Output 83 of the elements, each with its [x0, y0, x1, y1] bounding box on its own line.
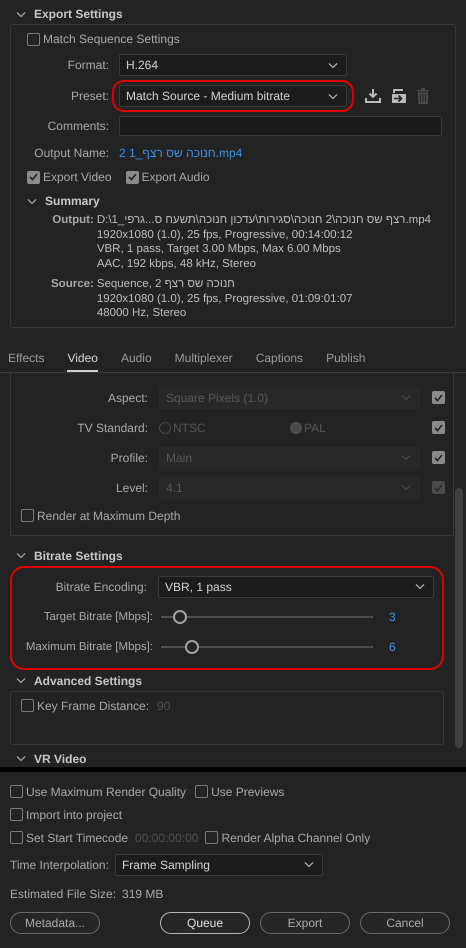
time-interpolation-dropdown[interactable]: Frame Sampling: [114, 854, 323, 876]
checkbox[interactable]: [21, 509, 34, 522]
slider-thumb[interactable]: [184, 640, 199, 654]
field-label: TV Standard:: [76, 420, 148, 434]
field-label: Bitrate Encoding:: [54, 580, 147, 594]
dialog-button[interactable]: Cancel: [360, 912, 450, 934]
checkbox[interactable]: [10, 808, 23, 821]
summary-text: Sequence, 2 חנוכה שס רצף: [96, 277, 236, 292]
checkbox[interactable]: [27, 170, 40, 184]
chevron-down-icon[interactable]: [16, 677, 26, 684]
section-title: Summary: [45, 194, 100, 208]
field-label: Comments:: [46, 119, 109, 133]
bitrate-encoding-dropdown[interactable]: VBR, 1 pass: [158, 576, 434, 598]
section-title: Advanced Settings: [34, 674, 142, 688]
chevron-down-icon[interactable]: [27, 198, 37, 204]
chevron-down-icon[interactable]: [16, 552, 26, 559]
checkbox[interactable]: [21, 699, 34, 712]
summary-text: AAC, 192 kbps, 48 kHz, Stereo: [96, 256, 257, 271]
scrollbar-thumb[interactable]: [455, 488, 463, 748]
chevron-down-icon: [328, 92, 338, 100]
checkbox-label: Key Frame Distance:: [37, 698, 150, 712]
dialog-button[interactable]: Queue: [160, 912, 250, 934]
checkbox-label: Use Maximum Render Quality: [26, 784, 186, 798]
file-size-value: 319 MB: [122, 886, 164, 900]
chevron-down-icon[interactable]: [16, 755, 26, 762]
tab[interactable]: Effects: [8, 350, 44, 372]
checkbox-label: Set Start Timecode: [26, 830, 128, 844]
slider-value[interactable]: 6: [389, 640, 396, 654]
checkbox-label: Render Alpha Channel Only: [221, 830, 370, 844]
chevron-down-icon: [328, 62, 338, 68]
checkbox-label: Import into project: [26, 808, 122, 822]
preset-dropdown[interactable]: Match Source - Medium bitrate: [119, 85, 347, 107]
dialog-button[interactable]: Metadata...: [10, 912, 100, 934]
summary-text: D:\1_רצף שס חנוכה\2 חנוכה\סגירות\עדכון חנוכה\תשעח ס...גרפי.mp4: [96, 213, 432, 228]
checkbox[interactable]: [10, 785, 23, 798]
checkbox[interactable]: [126, 170, 138, 184]
summary-text: VBR, 1 pass, Target 3.00 Mbps, Max 6.00 Mbps: [96, 242, 342, 256]
summary-label: Source:: [51, 277, 94, 292]
tab[interactable]: Video: [67, 350, 98, 372]
checkbox[interactable]: [10, 831, 23, 844]
summary-text: 48000 Hz, Stereo: [96, 306, 188, 320]
checkbox-label: Export Audio: [142, 170, 210, 184]
tab[interactable]: Publish: [326, 350, 366, 372]
tab[interactable]: Captions: [256, 350, 304, 372]
chevron-down-icon: [415, 583, 425, 590]
import-preset-icon[interactable]: [390, 89, 408, 103]
tab[interactable]: Multiplexer: [174, 350, 233, 372]
field-label: Output Name:: [33, 146, 109, 160]
section-title: VR Video: [34, 752, 86, 766]
chevron-down-icon: [304, 861, 314, 868]
chevron-down-icon[interactable]: [16, 10, 26, 18]
comments-field[interactable]: [119, 116, 442, 136]
checkbox[interactable]: [205, 831, 218, 844]
checkbox-label: Export Video: [43, 170, 112, 184]
checkbox-label: Render at Maximum Depth: [37, 508, 180, 522]
chevron-down-icon: [401, 454, 411, 461]
checkbox-label: Match Sequence Settings: [43, 32, 180, 46]
chevron-down-icon: [401, 394, 411, 401]
summary-label: Output:: [51, 213, 94, 228]
field-label: Level:: [114, 480, 148, 494]
field-label: Maximum Bitrate [Mbps]:: [24, 640, 153, 652]
tab[interactable]: Audio: [120, 350, 152, 372]
summary-text: 1920x1080 (1.0), 25 fps, Progressive, 01:09:01:07: [96, 292, 354, 306]
checkbox[interactable]: [195, 785, 208, 798]
slider-value[interactable]: 3: [389, 610, 396, 624]
save-preset-icon[interactable]: [365, 89, 381, 103]
field-label: Estimated File Size:: [10, 886, 116, 900]
checkbox-label: Use Previews: [211, 784, 284, 798]
field-label: Format:: [66, 58, 109, 72]
chevron-down-icon: [401, 484, 411, 491]
format-dropdown[interactable]: H.264: [119, 54, 347, 76]
field-label: Time Interpolation:: [10, 858, 109, 872]
section-title: Bitrate Settings: [34, 548, 123, 562]
field-label: Aspect:: [106, 390, 148, 404]
field-label: Profile:: [110, 450, 148, 464]
slider-thumb[interactable]: [172, 610, 187, 624]
dialog-button[interactable]: Export: [260, 912, 350, 934]
field-label: Preset:: [70, 89, 109, 103]
checkbox[interactable]: [27, 32, 40, 46]
section-title: Export Settings: [34, 7, 123, 21]
output-name-link[interactable]: 2 1_חנוכה שס רצף.mp4: [119, 146, 242, 160]
summary-text: 1920x1080 (1.0), 25 fps, Progressive, 00:14:00:12: [96, 228, 354, 242]
field-label: Target Bitrate [Mbps]:: [42, 610, 153, 622]
